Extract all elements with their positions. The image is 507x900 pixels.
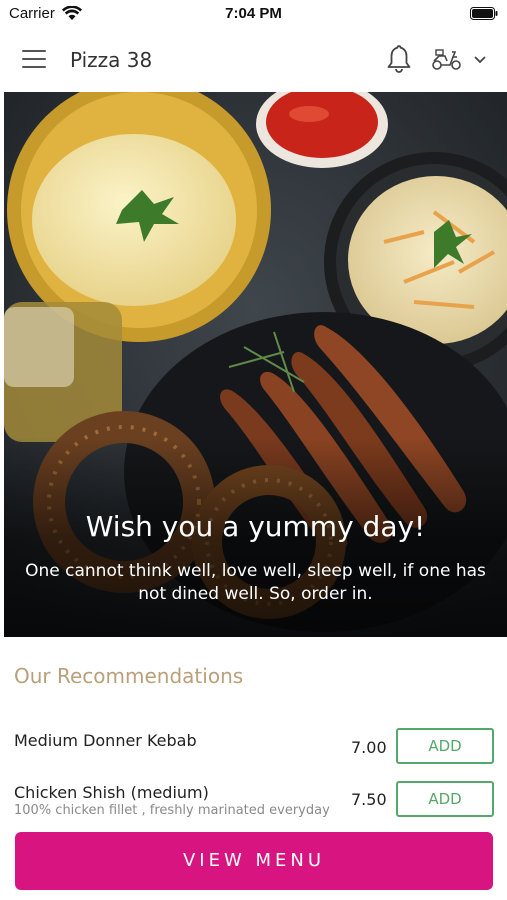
add-button[interactable]: ADD bbox=[396, 728, 494, 764]
status-time: 7:04 PM bbox=[225, 5, 282, 22]
add-button[interactable]: ADD bbox=[396, 781, 494, 817]
status-bar: Carrier 7:04 PM bbox=[0, 0, 507, 28]
menu-icon[interactable] bbox=[22, 48, 48, 70]
recommendations-title: Our Recommendations bbox=[14, 664, 244, 688]
item-price: 7.00 bbox=[351, 738, 387, 757]
item-price: 7.50 bbox=[351, 790, 387, 809]
app-header: Pizza 38 bbox=[0, 28, 507, 92]
battery-icon bbox=[470, 7, 498, 20]
hero-subtitle: One cannot think well, love well, sleep … bbox=[25, 561, 486, 604]
hero-title: Wish you a yummy day! bbox=[85, 510, 426, 543]
chevron-down-icon[interactable] bbox=[472, 52, 488, 66]
list-item: Medium Donner Kebab 7.00 ADD bbox=[0, 728, 507, 776]
list-item: Chicken Shish (medium) 100% chicken fill… bbox=[0, 781, 507, 829]
item-description: 100% chicken fillet , freshly marinated … bbox=[14, 803, 330, 818]
item-name: Chicken Shish (medium) bbox=[14, 783, 209, 802]
item-name: Medium Donner Kebab bbox=[14, 731, 197, 750]
scooter-icon[interactable] bbox=[431, 46, 463, 72]
app-title: Pizza 38 bbox=[70, 48, 153, 72]
bell-icon[interactable] bbox=[385, 44, 413, 74]
view-menu-button[interactable]: VIEW MENU bbox=[15, 832, 493, 890]
hero-banner: Wish you a yummy day! One cannot think w… bbox=[4, 92, 507, 637]
